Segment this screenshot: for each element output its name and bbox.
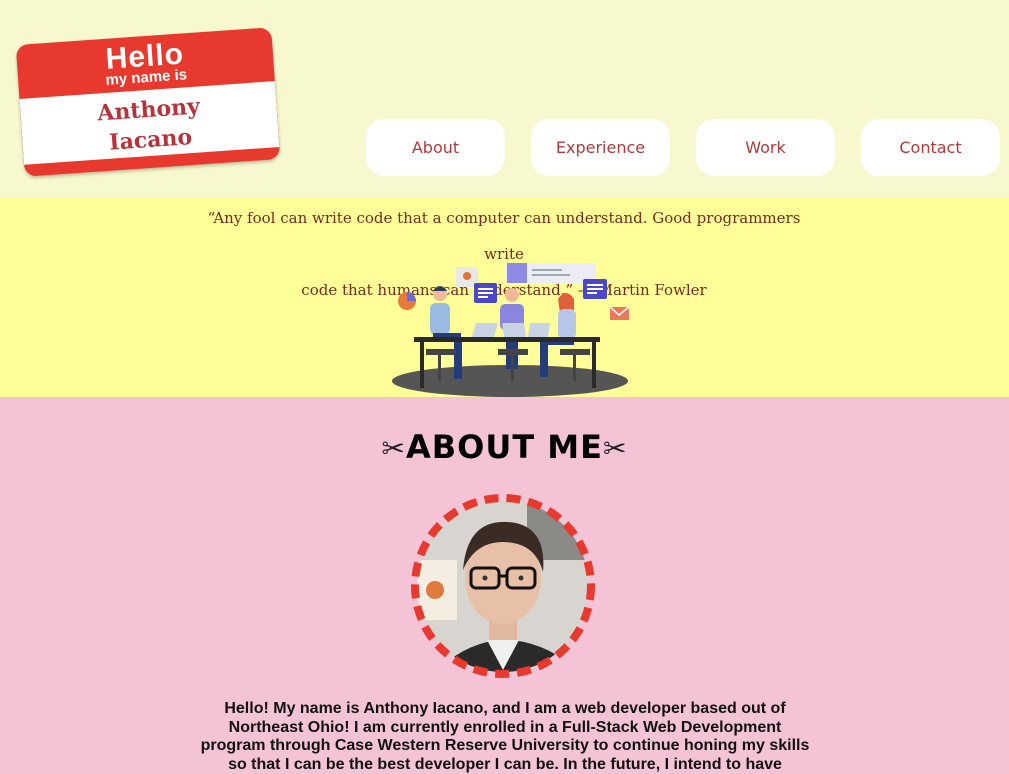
laptop xyxy=(472,323,498,337)
about-heading: ✂ABOUT ME✂ xyxy=(0,424,1009,472)
quote-banner: “Any fool can write code that a computer… xyxy=(0,197,1009,397)
about-bio: Hello! My name is Anthony Iacano, and I … xyxy=(200,700,810,773)
nav-contact[interactable]: Contact xyxy=(861,119,1000,176)
clock-icon xyxy=(507,263,527,283)
team-illustration xyxy=(392,263,630,397)
scissors-icon: ✂ xyxy=(381,432,406,465)
nav-work[interactable]: Work xyxy=(696,119,835,176)
about-title-text: ABOUT ME xyxy=(405,428,603,466)
desk xyxy=(414,337,600,342)
chair xyxy=(560,349,590,355)
person-left xyxy=(430,286,462,379)
laptop xyxy=(528,323,550,337)
name-tag-logo[interactable]: Hello my name is Anthony Iacano xyxy=(15,27,281,177)
profile-photo xyxy=(411,494,595,678)
pie-chart-icon xyxy=(398,292,416,310)
nav-experience[interactable]: Experience xyxy=(531,119,670,176)
chair xyxy=(498,349,528,355)
laptop xyxy=(502,323,526,337)
scissors-icon: ✂ xyxy=(603,432,628,465)
nav-about[interactable]: About xyxy=(366,119,505,176)
lightbulb-icon xyxy=(463,272,471,280)
chair xyxy=(426,349,456,355)
site-header: Hello my name is Anthony Iacano About Ex… xyxy=(0,0,1009,197)
